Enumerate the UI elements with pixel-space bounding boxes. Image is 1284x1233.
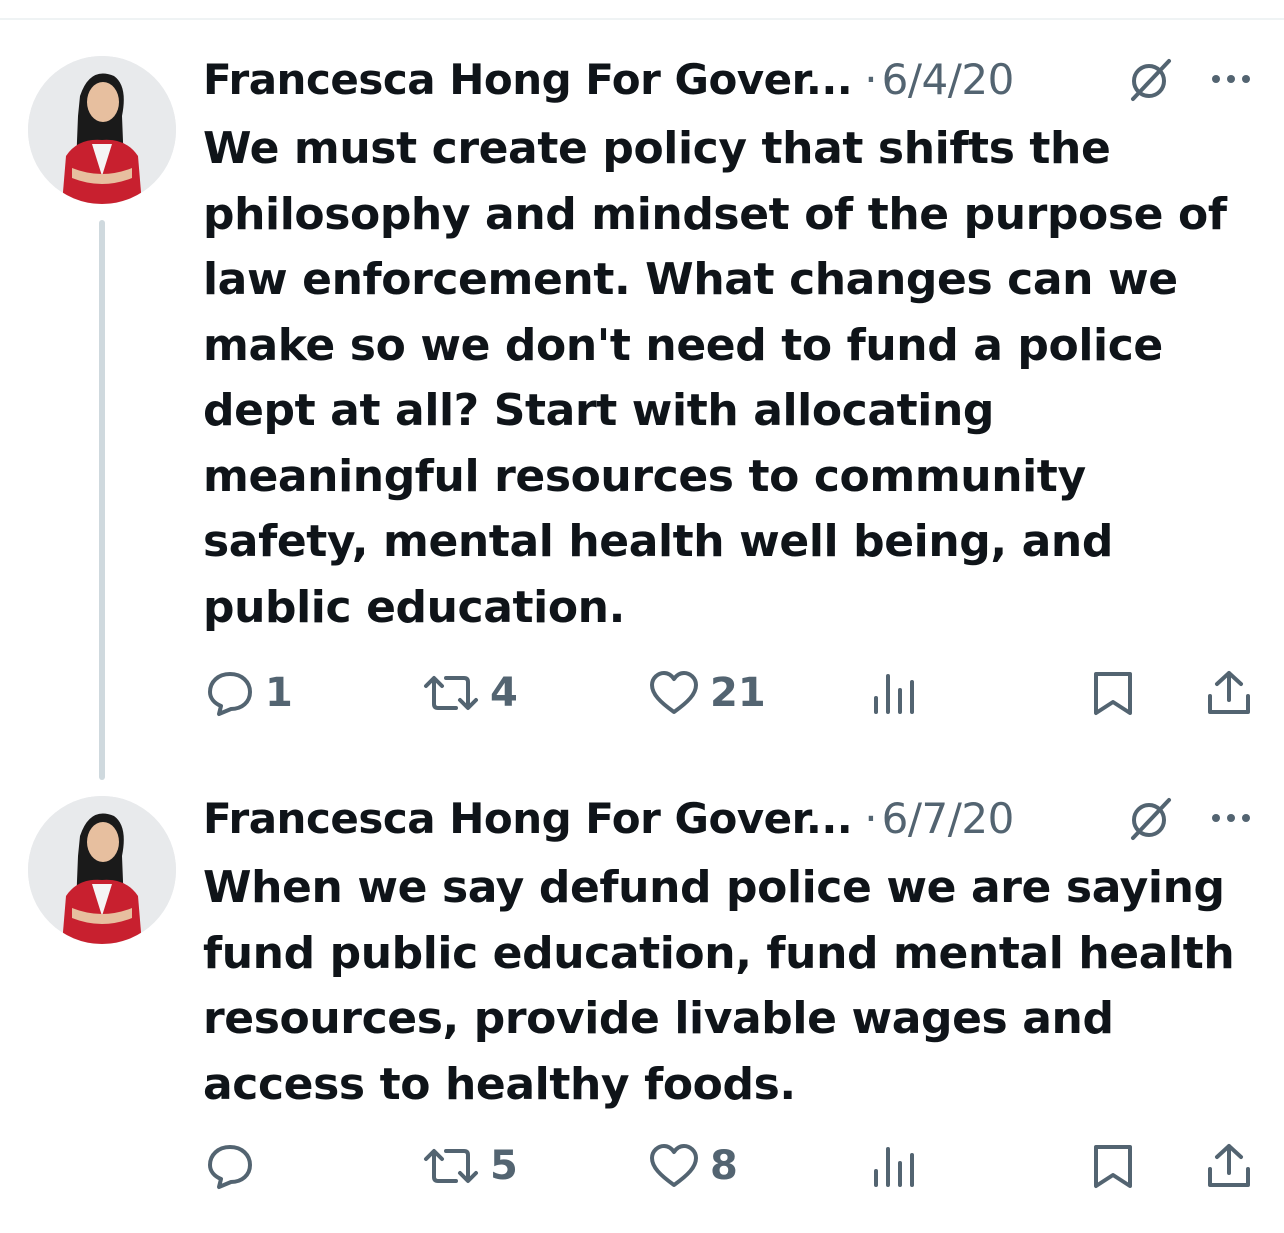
tweet-text: When we say defund police we are saying …	[203, 862, 1235, 1110]
tweet-header: Francesca Hong For Gover... · 6/7/20	[203, 790, 1014, 846]
author-name[interactable]: Francesca Hong For Gover...	[203, 55, 853, 104]
heart-icon	[650, 671, 698, 714]
avatar-photo	[28, 56, 176, 204]
reply-icon	[208, 1145, 252, 1189]
repost-button[interactable]: 4	[422, 666, 518, 720]
share-button[interactable]	[1204, 1139, 1254, 1193]
avatar-photo	[28, 796, 176, 944]
bookmark-icon	[1094, 672, 1132, 715]
repost-icon	[424, 676, 478, 710]
grok-icon[interactable]	[1125, 792, 1177, 844]
repost-button[interactable]: 5	[422, 1139, 518, 1193]
more-icon[interactable]	[1208, 810, 1254, 826]
analytics-icon	[874, 674, 914, 714]
share-icon	[1208, 671, 1250, 714]
tweet-text: We must create policy that shifts the ph…	[203, 123, 1227, 633]
reply-count: 1	[265, 670, 293, 716]
thread-connector-line	[99, 220, 105, 780]
reply-button[interactable]: 1	[205, 666, 293, 720]
analytics-icon	[874, 1147, 914, 1187]
like-count: 8	[710, 1143, 738, 1189]
share-icon	[1208, 1144, 1250, 1187]
bookmark-icon	[1094, 1145, 1132, 1188]
views-button[interactable]	[868, 666, 920, 720]
tweet-header: Francesca Hong For Gover... · 6/4/20	[203, 51, 1014, 107]
top-divider	[0, 18, 1284, 20]
grok-icon[interactable]	[1125, 53, 1177, 105]
reply-button[interactable]	[205, 1139, 265, 1193]
more-icon[interactable]	[1208, 71, 1254, 87]
like-button[interactable]: 21	[648, 666, 766, 720]
bookmark-button[interactable]	[1090, 1139, 1136, 1193]
tweet-date[interactable]: 6/4/20	[882, 55, 1015, 104]
heart-icon	[650, 1144, 698, 1187]
avatar[interactable]	[28, 796, 176, 944]
avatar[interactable]	[28, 56, 176, 204]
author-name[interactable]: Francesca Hong For Gover...	[203, 794, 853, 843]
reply-icon	[208, 672, 252, 716]
views-button[interactable]	[868, 1139, 920, 1193]
repost-count: 4	[490, 670, 518, 716]
tweet-date[interactable]: 6/7/20	[882, 794, 1015, 843]
bookmark-button[interactable]	[1090, 666, 1136, 720]
repost-count: 5	[490, 1143, 518, 1189]
share-button[interactable]	[1204, 666, 1254, 720]
repost-icon	[424, 1149, 478, 1183]
like-count: 21	[710, 670, 766, 716]
separator-dot: ·	[864, 793, 878, 843]
like-button[interactable]: 8	[648, 1139, 738, 1193]
separator-dot: ·	[864, 54, 878, 104]
